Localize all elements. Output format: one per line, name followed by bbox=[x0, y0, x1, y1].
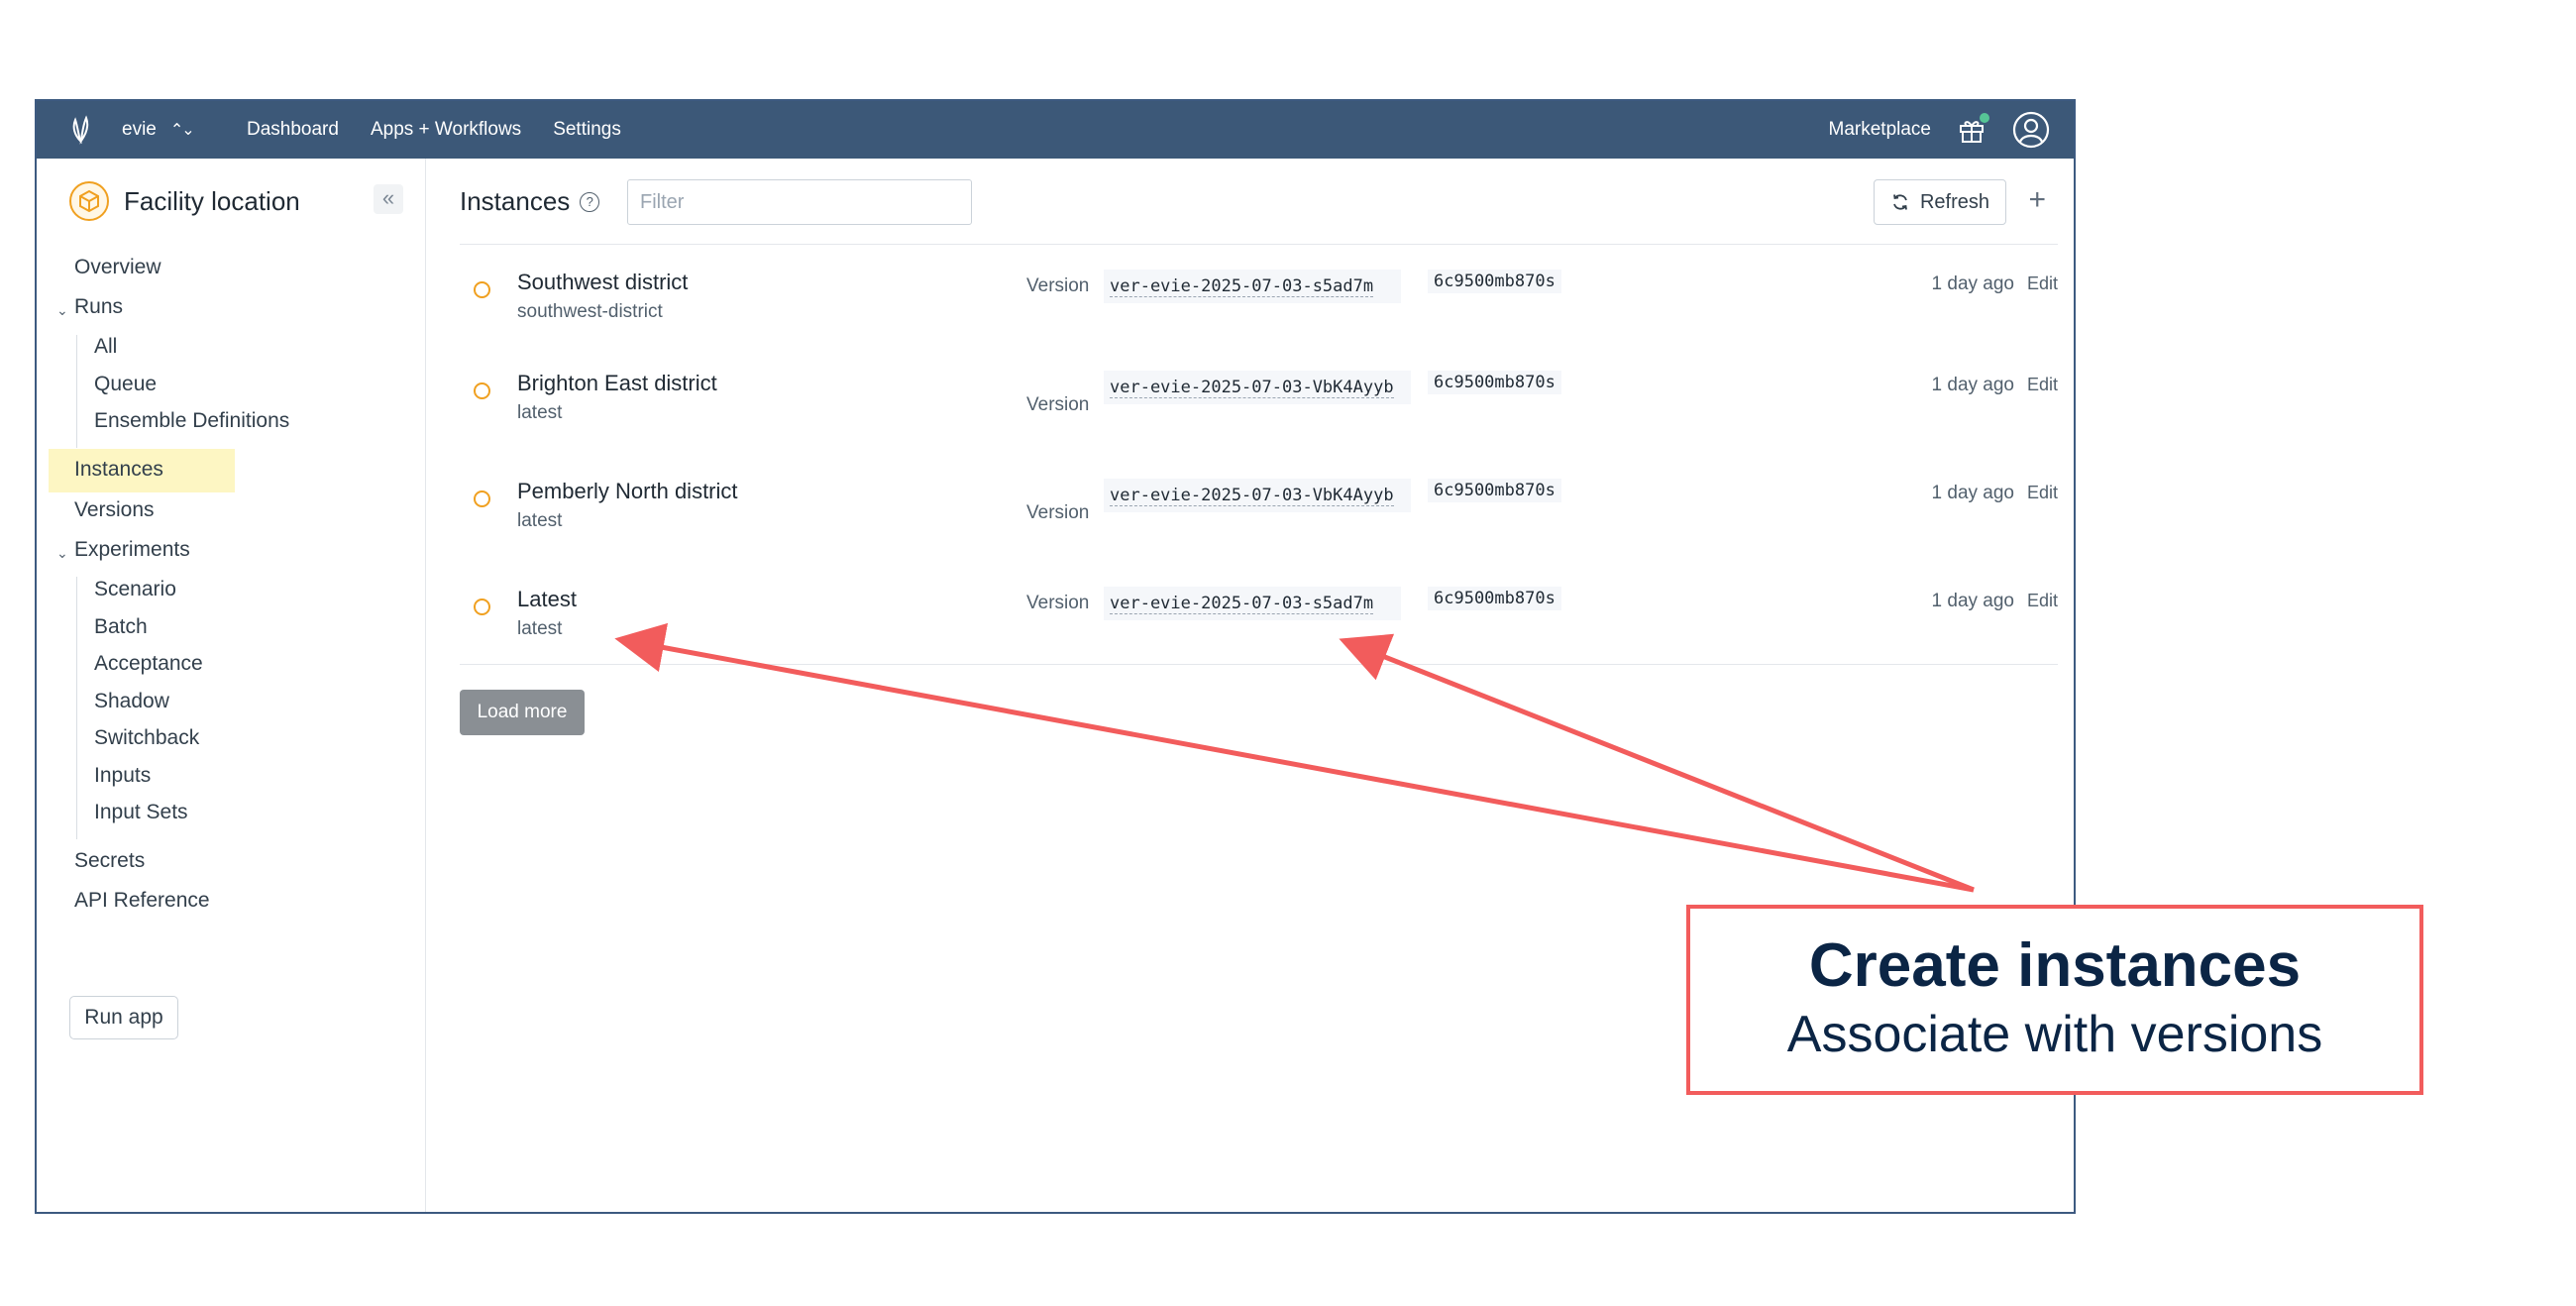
commit-id: 6c9500mb870s bbox=[1428, 270, 1561, 293]
chevron-up-down-icon: ⌃⌄ bbox=[169, 122, 195, 139]
callout-subtitle: Associate with versions bbox=[1786, 1006, 2323, 1063]
updated-time: 1 day ago bbox=[1931, 591, 2014, 611]
divider bbox=[460, 244, 2058, 245]
gift-button[interactable] bbox=[1957, 113, 1989, 145]
nav-tree-line bbox=[76, 577, 77, 839]
sidebar-item-scenario[interactable]: Scenario bbox=[94, 578, 176, 601]
sidebar-item-batch[interactable]: Batch bbox=[94, 615, 148, 639]
filter-input[interactable] bbox=[627, 179, 972, 225]
edit-link[interactable]: Edit bbox=[2027, 273, 2058, 294]
top-navigation-bar: evie ⌃⌄ Dashboard Apps + Workflows Setti… bbox=[37, 101, 2074, 159]
sidebar-item-acceptance[interactable]: Acceptance bbox=[94, 652, 203, 676]
sidebar-item-ensemble-definitions[interactable]: Ensemble Definitions bbox=[94, 409, 289, 433]
brand-logo-icon[interactable] bbox=[66, 115, 96, 145]
instance-id: southwest-district bbox=[517, 301, 663, 322]
version-label: Version bbox=[1026, 593, 1090, 613]
help-icon[interactable]: ? bbox=[580, 191, 600, 212]
run-app-button[interactable]: Run app bbox=[69, 996, 178, 1039]
commit-id: 6c9500mb870s bbox=[1428, 479, 1561, 502]
instance-name[interactable]: Pemberly North district bbox=[517, 479, 738, 504]
add-instance-button[interactable]: + bbox=[2028, 180, 2046, 220]
instance-id: latest bbox=[517, 402, 563, 423]
version-id[interactable]: ver-evie-2025-07-03-VbK4Ayyb bbox=[1104, 479, 1411, 512]
commit-id: 6c9500mb870s bbox=[1428, 371, 1561, 394]
nav-settings[interactable]: Settings bbox=[553, 119, 621, 141]
status-icon bbox=[474, 599, 490, 615]
table-row[interactable]: Brighton East district latest Version ve… bbox=[460, 357, 2058, 456]
instance-id: latest bbox=[517, 618, 563, 639]
sidebar-item-api-reference[interactable]: API Reference bbox=[74, 889, 210, 913]
table-row[interactable]: Southwest district southwest-district Ve… bbox=[460, 256, 2058, 345]
instance-id: latest bbox=[517, 510, 563, 531]
top-nav: Dashboard Apps + Workflows Settings bbox=[247, 101, 621, 159]
instance-name[interactable]: Brighton East district bbox=[517, 371, 717, 396]
page-title: Instances ? bbox=[460, 186, 600, 217]
sidebar-item-experiments[interactable]: Experiments bbox=[74, 538, 190, 562]
callout-title: Create instances bbox=[1808, 931, 2302, 1000]
commit-id: 6c9500mb870s bbox=[1428, 587, 1561, 610]
updated-time: 1 day ago bbox=[1931, 273, 2014, 294]
sidebar-item-switchback[interactable]: Switchback bbox=[94, 726, 199, 750]
version-id[interactable]: ver-evie-2025-07-03-s5ad7m bbox=[1104, 270, 1401, 303]
status-icon bbox=[474, 382, 490, 399]
edit-link[interactable]: Edit bbox=[2027, 375, 2058, 395]
chevron-down-icon[interactable]: ⌄ bbox=[56, 545, 68, 562]
sidebar-item-instances[interactable]: Instances bbox=[74, 458, 163, 482]
sidebar-item-inputs[interactable]: Inputs bbox=[94, 764, 151, 788]
top-right-actions: Marketplace bbox=[1829, 101, 2051, 159]
nav-dashboard[interactable]: Dashboard bbox=[247, 119, 339, 141]
nav-tree-line bbox=[76, 335, 77, 448]
version-id[interactable]: ver-evie-2025-07-03-s5ad7m bbox=[1104, 587, 1401, 620]
load-more-button[interactable]: Load more bbox=[460, 690, 585, 735]
version-label: Version bbox=[1026, 394, 1090, 415]
divider bbox=[460, 664, 2058, 665]
app-cube-icon bbox=[69, 181, 109, 221]
user-avatar-icon[interactable] bbox=[2012, 111, 2050, 149]
app-header: Facility location bbox=[68, 180, 300, 222]
page-title-text: Instances bbox=[460, 186, 571, 216]
status-icon bbox=[474, 490, 490, 507]
table-row[interactable]: Latest latest Version ver-evie-2025-07-0… bbox=[460, 573, 2058, 662]
sidebar-item-runs-queue[interactable]: Queue bbox=[94, 373, 157, 396]
instance-name[interactable]: Southwest district bbox=[517, 270, 688, 295]
table-row[interactable]: Pemberly North district latest Version v… bbox=[460, 465, 2058, 564]
sidebar-item-shadow[interactable]: Shadow bbox=[94, 690, 169, 713]
org-switcher[interactable]: evie ⌃⌄ bbox=[122, 101, 195, 159]
edit-link[interactable]: Edit bbox=[2027, 483, 2058, 503]
annotation-callout: Create instances Associate with versions bbox=[1686, 905, 2423, 1095]
sidebar: Facility location « Overview ⌄ Runs All … bbox=[37, 159, 426, 1212]
app-name: Facility location bbox=[124, 185, 300, 216]
refresh-icon bbox=[1893, 194, 1907, 210]
collapse-sidebar-icon[interactable]: « bbox=[374, 184, 403, 214]
sidebar-item-runs[interactable]: Runs bbox=[74, 295, 123, 319]
version-label: Version bbox=[1026, 275, 1090, 296]
status-icon bbox=[474, 281, 490, 298]
updated-time: 1 day ago bbox=[1931, 483, 2014, 503]
instance-name[interactable]: Latest bbox=[517, 587, 577, 612]
sidebar-item-secrets[interactable]: Secrets bbox=[74, 849, 145, 873]
notification-dot bbox=[1980, 113, 1989, 123]
nav-apps-workflows[interactable]: Apps + Workflows bbox=[371, 119, 521, 141]
edit-link[interactable]: Edit bbox=[2027, 591, 2058, 611]
updated-time: 1 day ago bbox=[1931, 375, 2014, 395]
sidebar-item-input-sets[interactable]: Input Sets bbox=[94, 801, 188, 824]
sidebar-item-versions[interactable]: Versions bbox=[74, 498, 155, 522]
sidebar-item-runs-all[interactable]: All bbox=[94, 335, 117, 359]
version-id[interactable]: ver-evie-2025-07-03-VbK4Ayyb bbox=[1104, 371, 1411, 404]
sidebar-item-overview[interactable]: Overview bbox=[74, 256, 161, 279]
chevron-down-icon[interactable]: ⌄ bbox=[56, 302, 68, 319]
org-name: evie bbox=[122, 119, 157, 140]
refresh-label: Refresh bbox=[1919, 190, 1990, 213]
version-label: Version bbox=[1026, 502, 1090, 523]
refresh-button[interactable]: Refresh bbox=[1874, 179, 2006, 225]
nav-marketplace[interactable]: Marketplace bbox=[1829, 119, 1932, 141]
